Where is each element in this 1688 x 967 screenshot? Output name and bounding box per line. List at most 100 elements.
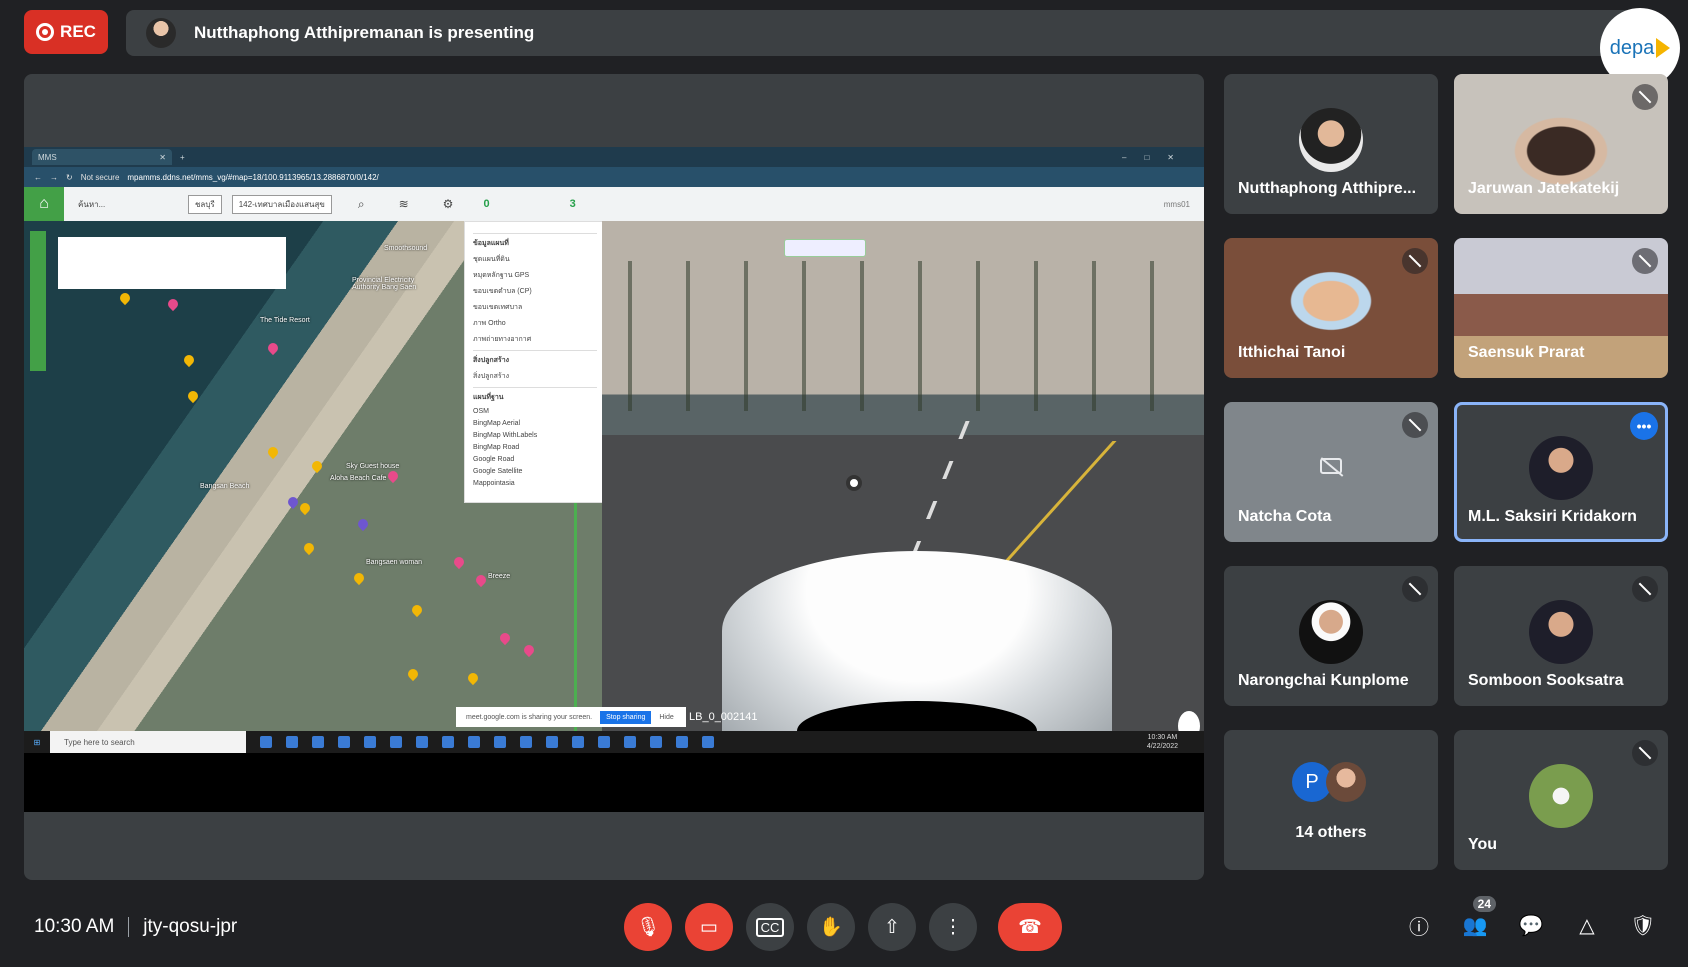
app-icon[interactable] xyxy=(676,736,688,748)
layer-option[interactable]: ขอบเขตเทศบาล xyxy=(473,302,597,313)
camera-toggle-button[interactable]: ▭ xyxy=(685,903,733,951)
map-pin[interactable] xyxy=(165,296,181,312)
layer-option[interactable]: หมุดหลักฐาน GPS xyxy=(473,270,597,281)
app-icon[interactable] xyxy=(312,736,324,748)
app-icon[interactable] xyxy=(702,736,714,748)
playback-controls[interactable] xyxy=(784,239,866,257)
compass-icon[interactable] xyxy=(1178,711,1200,731)
basemap-option[interactable]: Google Satellite xyxy=(473,468,597,475)
mic-toggle-button[interactable]: 🎙 xyxy=(624,903,672,951)
hide-button[interactable]: Hide xyxy=(659,714,673,721)
map-pin[interactable] xyxy=(117,290,133,306)
app-icon[interactable] xyxy=(416,736,428,748)
browser-tab[interactable]: MMS ✕ xyxy=(32,149,172,165)
info-button[interactable]: ⓘ xyxy=(1404,910,1434,940)
back-icon[interactable]: ← xyxy=(34,173,42,182)
reload-icon[interactable]: ↻ xyxy=(66,173,73,182)
participant-tile[interactable]: Nutthaphong Atthipre... xyxy=(1224,74,1438,214)
app-icon[interactable] xyxy=(520,736,532,748)
participant-tile[interactable]: Jaruwan Jatekatekij xyxy=(1454,74,1668,214)
street-view[interactable] xyxy=(602,221,1204,731)
more-options-button[interactable]: ⋮ xyxy=(929,903,977,951)
layers-icon[interactable]: ≋ xyxy=(399,197,409,211)
map-pin[interactable] xyxy=(265,444,281,460)
url-text[interactable]: mpamms.ddns.net/mms_vg/#map=18/100.91139… xyxy=(127,173,378,182)
forward-icon[interactable]: → xyxy=(50,173,58,182)
windows-start-icon[interactable]: ⊞ xyxy=(24,738,50,747)
map-tools[interactable] xyxy=(30,231,46,371)
app-icon[interactable] xyxy=(494,736,506,748)
map-pin[interactable] xyxy=(309,458,325,474)
layer-option[interactable]: ขอบเขตตำบล (CP) xyxy=(473,286,597,297)
close-icon[interactable]: ✕ xyxy=(159,153,166,162)
basemap-option[interactable]: BingMap Aerial xyxy=(473,420,597,427)
people-button[interactable]: 👥 24 xyxy=(1460,896,1496,940)
self-tile[interactable]: You xyxy=(1454,730,1668,870)
map-pin[interactable] xyxy=(385,468,401,484)
settings-icon[interactable]: ⚙ xyxy=(443,197,454,211)
map-pin[interactable] xyxy=(297,500,313,516)
activities-button[interactable]: △ xyxy=(1572,910,1602,940)
map-pin[interactable] xyxy=(497,630,513,646)
map-pin[interactable] xyxy=(285,494,301,510)
participant-tile[interactable]: Narongchai Kunplome xyxy=(1224,566,1438,706)
app-icon[interactable] xyxy=(650,736,662,748)
address-bar[interactable]: ← → ↻ Not secure mpamms.ddns.net/mms_vg/… xyxy=(24,167,1204,187)
basemap-option[interactable]: BingMap Road xyxy=(473,444,597,451)
present-button[interactable]: ⇧ xyxy=(868,903,916,951)
app-icon[interactable] xyxy=(546,736,558,748)
map-pin[interactable] xyxy=(185,388,201,404)
municipality-select[interactable]: 142-เทศบาลเมืองแสนสุข xyxy=(231,194,332,214)
app-search[interactable]: ค้นหา... xyxy=(78,198,178,211)
more-options-icon[interactable]: ••• xyxy=(1630,412,1658,440)
participant-tile[interactable]: Saensuk Prarat xyxy=(1454,238,1668,378)
app-icon[interactable] xyxy=(260,736,272,748)
map-pin[interactable] xyxy=(409,602,425,618)
app-icon[interactable] xyxy=(598,736,610,748)
map-pin[interactable] xyxy=(473,572,489,588)
taskbar-search[interactable]: Type here to search xyxy=(50,731,246,753)
map-pin[interactable] xyxy=(181,352,197,368)
province-select[interactable]: ชลบุรี xyxy=(188,194,222,214)
app-icon[interactable] xyxy=(442,736,454,748)
map-pin[interactable] xyxy=(521,642,537,658)
layer-option[interactable]: ชุดแผนที่ดิน xyxy=(473,254,597,265)
meeting-code[interactable]: jty-qosu-jpr xyxy=(143,916,237,938)
map-pin[interactable] xyxy=(351,570,367,586)
raise-hand-button[interactable]: ✋ xyxy=(807,903,855,951)
chat-button[interactable]: 💬 xyxy=(1516,910,1546,940)
layer-option[interactable]: สิ่งปลูกสร้าง xyxy=(473,371,597,382)
taskbar-clock[interactable]: 10:30 AM 4/22/2022 xyxy=(1147,733,1178,751)
basemap-option[interactable]: OSM xyxy=(473,408,597,415)
basemap-option[interactable]: Mappointasia xyxy=(473,480,597,487)
app-icon[interactable] xyxy=(468,736,480,748)
app-user[interactable]: mms01 xyxy=(1164,200,1190,209)
app-icon[interactable] xyxy=(572,736,584,748)
app-icon[interactable] xyxy=(390,736,402,748)
stop-sharing-button[interactable]: Stop sharing xyxy=(600,710,652,724)
map-pin[interactable] xyxy=(405,666,421,682)
basemap-option[interactable]: BingMap WithLabels xyxy=(473,432,597,439)
app-icon[interactable] xyxy=(286,736,298,748)
window-controls[interactable]: –□✕ xyxy=(1122,153,1192,162)
basemap-option[interactable]: Google Road xyxy=(473,456,597,463)
layer-option[interactable]: ภาพ Ortho xyxy=(473,318,597,329)
map-pin[interactable] xyxy=(265,340,281,356)
host-controls-button[interactable]: 🛡 xyxy=(1628,910,1658,940)
captions-button[interactable]: CC xyxy=(746,903,794,951)
end-call-button[interactable]: ☎ xyxy=(998,903,1062,951)
map-pin[interactable] xyxy=(301,540,317,556)
app-icon[interactable] xyxy=(364,736,376,748)
participant-tile[interactable]: Itthichai Tanoi xyxy=(1224,238,1438,378)
layer-option[interactable]: ภาพถ่ายทางอากาศ xyxy=(473,334,597,345)
participant-tile[interactable]: Natcha Cota xyxy=(1224,402,1438,542)
participant-tile-active[interactable]: ••• M.L. Saksiri Kridakorn xyxy=(1454,402,1668,542)
app-icon[interactable] xyxy=(338,736,350,748)
search-icon[interactable]: ⌕ xyxy=(358,197,365,212)
map-pin[interactable] xyxy=(465,670,481,686)
home-icon[interactable]: ⌂ xyxy=(24,187,64,221)
app-icon[interactable] xyxy=(624,736,636,748)
others-tile[interactable]: P 14 others xyxy=(1224,730,1438,870)
map-pin[interactable] xyxy=(355,516,371,532)
map-pin[interactable] xyxy=(451,554,467,570)
